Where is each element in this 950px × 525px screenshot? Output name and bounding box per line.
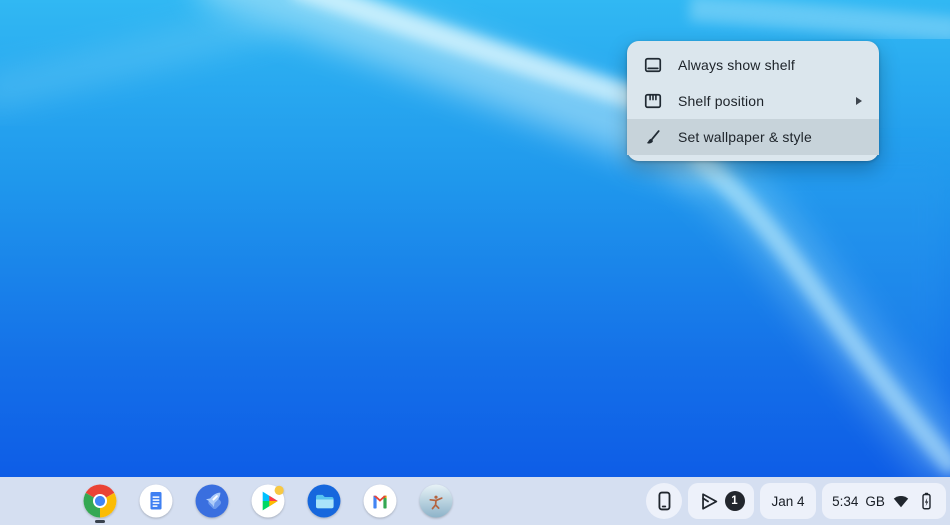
menu-item-shelf-position[interactable]: Shelf position: [627, 83, 879, 119]
date-label: Jan 4: [771, 494, 804, 509]
phone-icon: [653, 490, 675, 512]
photo-app-icon: [419, 484, 453, 518]
gmail-icon: [363, 484, 397, 518]
shelf-icon: [643, 55, 663, 75]
app-play-store[interactable]: [248, 477, 288, 525]
menu-item-set-wallpaper-style[interactable]: Set wallpaper & style: [627, 119, 879, 155]
keyboard-layout-label: GB: [865, 494, 885, 509]
wifi-icon: [892, 492, 910, 510]
notification-counter-button[interactable]: 1: [688, 483, 754, 519]
play-store-icon: [251, 484, 285, 518]
docs-icon: [139, 484, 173, 518]
play-store-outline-icon: [698, 490, 720, 512]
app-files[interactable]: [304, 477, 344, 525]
chromeos-desktop: Always show shelf Shelf position Set wal…: [0, 0, 950, 525]
app-gmail[interactable]: [360, 477, 400, 525]
notification-badge: 1: [725, 491, 745, 511]
menu-item-always-show-shelf[interactable]: Always show shelf: [627, 47, 879, 83]
notification-dot: [275, 486, 284, 495]
menu-item-label: Always show shelf: [678, 57, 795, 73]
desktop-context-menu: Always show shelf Shelf position Set wal…: [627, 41, 879, 161]
menu-item-label: Set wallpaper & style: [678, 129, 812, 145]
app-chrome[interactable]: [80, 477, 120, 525]
date-button[interactable]: Jan 4: [760, 483, 816, 519]
brush-icon: [643, 127, 663, 147]
status-area: 1 Jan 4 5:34 GB: [646, 483, 946, 519]
phone-hub-button[interactable]: [646, 483, 682, 519]
battery-charging-icon: [917, 490, 936, 512]
app-photo[interactable]: [416, 477, 456, 525]
menu-item-label: Shelf position: [678, 93, 764, 109]
shelf: 1 Jan 4 5:34 GB: [0, 477, 950, 525]
submenu-arrow-icon: [855, 96, 863, 106]
files-icon: [307, 484, 341, 518]
time-label: 5:34: [832, 494, 858, 509]
shelf-position-icon: [643, 91, 663, 111]
shelf-apps: [0, 477, 456, 525]
app-google-docs[interactable]: [136, 477, 176, 525]
explore-rocket-icon: [195, 484, 229, 518]
chrome-icon: [83, 484, 117, 518]
system-tray-button[interactable]: 5:34 GB: [822, 483, 946, 519]
active-app-indicator: [95, 520, 105, 523]
app-explore[interactable]: [192, 477, 232, 525]
